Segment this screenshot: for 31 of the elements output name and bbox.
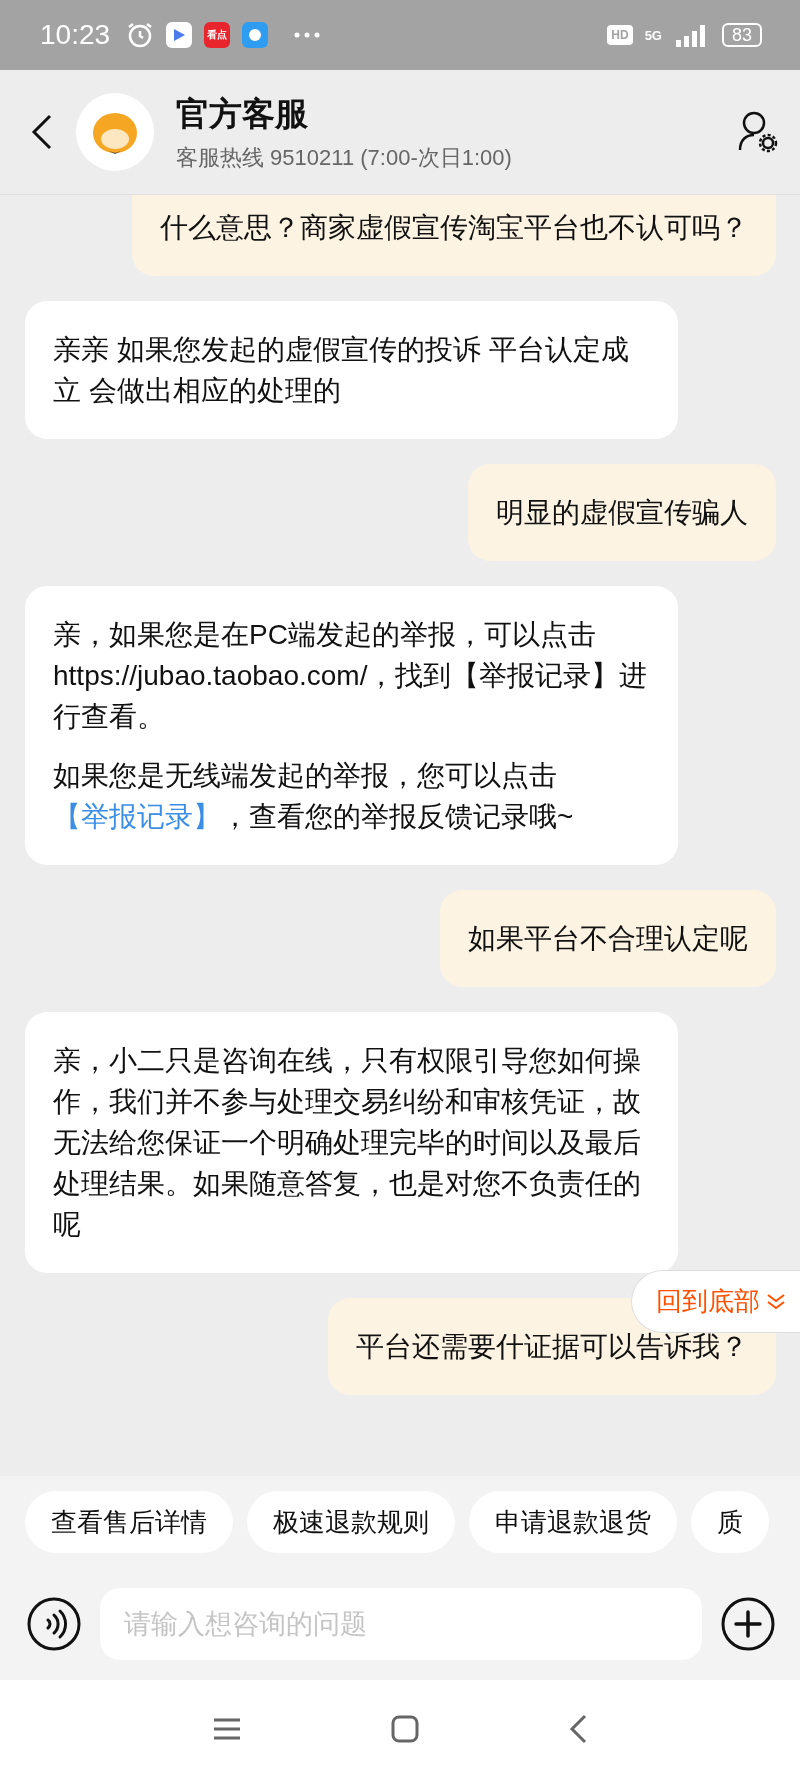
message-text: 如果您是无线端发起的举报，您可以点击 【举报记录】，查看您的举报反馈记录哦~ (53, 759, 575, 834)
back-icon[interactable] (30, 114, 54, 150)
plus-icon[interactable] (720, 1596, 776, 1652)
hotline-text: 客服热线 9510211 (7:00-次日1:00) (176, 143, 513, 172)
back-nav-icon[interactable] (569, 1714, 587, 1744)
app-icon: 看点 (204, 22, 231, 48)
hd-badge: HD (607, 25, 633, 45)
app-icon (242, 22, 269, 48)
app-icon (166, 22, 193, 48)
more-icon (294, 32, 321, 38)
message-text: 如果平台不合理认定呢 (468, 922, 748, 956)
message-text: 亲亲 如果您发起的虚假宣传的投诉 平台认定成立 会做出相应的处理的 (53, 333, 630, 408)
chevron-down-icon (766, 1292, 786, 1311)
message-text: 亲，小二只是咨询在线，只有权限引导您如何操作，我们并不参与处理交易纠纷和审核凭证，故无法给您保证一个明确处理完毕的时间以及最后处理结果。如果随意答复，也是对您不负责任的呢 (53, 1044, 642, 1242)
message-text: 明显的虚假宣传骗人 (496, 496, 748, 530)
voice-icon[interactable] (26, 1596, 82, 1652)
home-icon[interactable] (391, 1715, 419, 1743)
message-text: 平台还需要什证据可以告诉我？ (356, 1330, 748, 1364)
question-input[interactable]: 请输入想咨询的问题 (100, 1588, 702, 1660)
status-time: 10:23 (40, 19, 111, 51)
message-text: 亲，如果您是在PC端发起的举报，可以点击https://jubao.taobao.com/，找到【举报记录】进行查看。 (53, 618, 649, 734)
quick-reply-chip[interactable]: 极速退款规则 (247, 1491, 455, 1553)
quick-reply-chip[interactable]: 质 (691, 1491, 769, 1553)
menu-icon[interactable] (213, 1717, 241, 1741)
quick-reply-chip[interactable]: 查看售后详情 (25, 1491, 233, 1553)
user-settings-icon[interactable] (738, 110, 778, 154)
quick-reply-chip[interactable]: 申请退款退货 (469, 1491, 677, 1553)
message-text: 什么意思？商家虚假宣传淘宝平台也不认可吗？ (160, 211, 748, 245)
network-label: 5G (644, 27, 662, 43)
battery-level: 83 (721, 23, 762, 47)
chat-title: 官方客服 (176, 93, 309, 134)
